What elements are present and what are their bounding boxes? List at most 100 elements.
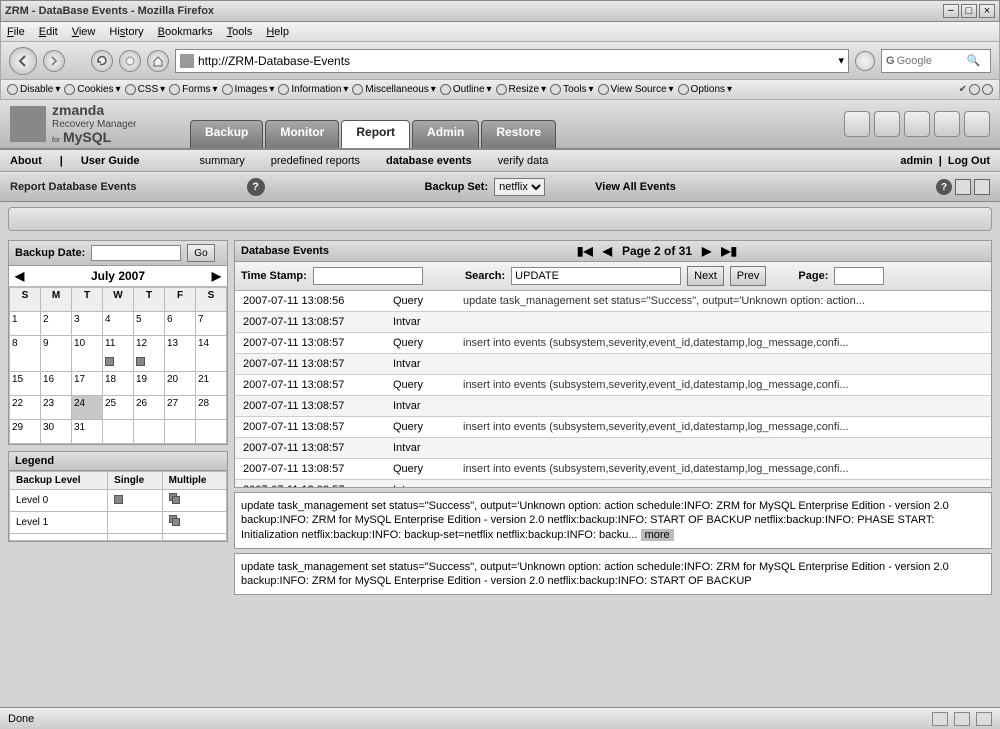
cal-cell[interactable]: 25 xyxy=(103,396,134,420)
header-icon-1[interactable] xyxy=(844,111,870,137)
dev-icon1[interactable] xyxy=(969,84,980,95)
back-button[interactable] xyxy=(9,47,37,75)
event-row[interactable]: 2007-07-11 13:08:56Queryupdate task_mana… xyxy=(235,291,991,312)
search-input[interactable] xyxy=(897,55,967,67)
menu-tools[interactable]: Tools xyxy=(227,26,253,38)
toolbar-icon-1[interactable] xyxy=(955,179,971,195)
cal-cell[interactable]: 7 xyxy=(196,312,227,336)
maximize-button[interactable]: □ xyxy=(961,4,977,18)
dev-disable[interactable]: Disable▾ xyxy=(7,84,60,95)
go-button[interactable] xyxy=(855,51,875,71)
search-box[interactable]: G 🔍 xyxy=(881,49,991,73)
events-table-scroll[interactable]: 2007-07-11 13:08:56Queryupdate task_mana… xyxy=(235,291,991,487)
page-first[interactable]: ▮◀ xyxy=(577,244,593,258)
event-row[interactable]: 2007-07-11 13:08:57Queryinsert into even… xyxy=(235,417,991,438)
header-icon-4[interactable] xyxy=(934,111,960,137)
dev-miscellaneous[interactable]: Miscellaneous▾ xyxy=(352,84,435,95)
events-search-input[interactable] xyxy=(511,267,681,285)
menu-history[interactable]: History xyxy=(109,26,143,38)
cal-cell[interactable]: 14 xyxy=(196,336,227,372)
cal-cell[interactable]: 15 xyxy=(10,372,41,396)
page-prev[interactable]: ◀ xyxy=(603,244,612,258)
cal-cell[interactable]: 11 xyxy=(103,336,134,372)
cal-next[interactable]: ▶ xyxy=(212,269,221,283)
cal-cell[interactable]: 24 xyxy=(72,396,103,420)
cal-cell[interactable]: 26 xyxy=(134,396,165,420)
dev-options[interactable]: Options▾ xyxy=(678,84,733,95)
link-about[interactable]: About xyxy=(10,155,42,167)
cal-cell[interactable]: 21 xyxy=(196,372,227,396)
dev-forms[interactable]: Forms▾ xyxy=(169,84,217,95)
cal-cell[interactable]: 10 xyxy=(72,336,103,372)
event-row[interactable]: 2007-07-11 13:08:57Queryinsert into even… xyxy=(235,375,991,396)
close-button[interactable]: × xyxy=(979,4,995,18)
page-last[interactable]: ▶▮ xyxy=(721,244,737,258)
cal-cell[interactable]: 17 xyxy=(72,372,103,396)
subtab-predefined[interactable]: predefined reports xyxy=(271,155,360,167)
dev-tools[interactable]: Tools▾ xyxy=(550,84,593,95)
dev-resize[interactable]: Resize▾ xyxy=(496,84,547,95)
event-row[interactable]: 2007-07-11 13:08:57Queryinsert into even… xyxy=(235,333,991,354)
cal-cell[interactable]: 22 xyxy=(10,396,41,420)
cal-cell[interactable]: 19 xyxy=(134,372,165,396)
view-all-events[interactable]: View All Events xyxy=(595,181,676,193)
cal-cell[interactable]: 20 xyxy=(165,372,196,396)
tab-monitor[interactable]: Monitor xyxy=(265,120,339,148)
subtab-summary[interactable]: summary xyxy=(200,155,245,167)
event-row[interactable]: 2007-07-11 13:08:57Intvar xyxy=(235,438,991,459)
cal-cell[interactable]: 1 xyxy=(10,312,41,336)
header-icon-5[interactable] xyxy=(964,111,990,137)
event-row[interactable]: 2007-07-11 13:08:57Intvar xyxy=(235,480,991,488)
more-link[interactable]: more xyxy=(641,529,674,541)
status-icon-3[interactable] xyxy=(976,712,992,726)
help-icon[interactable]: ? xyxy=(247,178,265,196)
toolbar-icon-2[interactable] xyxy=(974,179,990,195)
cal-cell[interactable]: 31 xyxy=(72,420,103,444)
home-button[interactable] xyxy=(147,50,169,72)
status-icon-2[interactable] xyxy=(954,712,970,726)
tab-admin[interactable]: Admin xyxy=(412,120,479,148)
url-box[interactable]: ▾ xyxy=(175,49,849,73)
event-row[interactable]: 2007-07-11 13:08:57Intvar xyxy=(235,312,991,333)
menu-help[interactable]: Help xyxy=(266,26,289,38)
cal-cell[interactable]: 2 xyxy=(41,312,72,336)
link-userguide[interactable]: User Guide xyxy=(81,155,140,167)
url-input[interactable] xyxy=(198,54,838,68)
backup-set-select[interactable]: netflix xyxy=(494,178,545,196)
logout-link[interactable]: Log Out xyxy=(948,155,990,167)
reload-button[interactable] xyxy=(91,50,113,72)
event-row[interactable]: 2007-07-11 13:08:57Intvar xyxy=(235,354,991,375)
cal-cell[interactable]: 30 xyxy=(41,420,72,444)
subtab-dbevents[interactable]: database events xyxy=(386,155,472,167)
cal-cell[interactable]: 9 xyxy=(41,336,72,372)
cal-cell[interactable]: 23 xyxy=(41,396,72,420)
cal-prev[interactable]: ◀ xyxy=(15,269,24,283)
cal-cell[interactable]: 28 xyxy=(196,396,227,420)
tab-backup[interactable]: Backup xyxy=(190,120,263,148)
cal-cell[interactable]: 4 xyxy=(103,312,134,336)
dev-information[interactable]: Information▾ xyxy=(278,84,348,95)
header-icon-2[interactable] xyxy=(874,111,900,137)
dev-icon2[interactable] xyxy=(982,84,993,95)
page-input[interactable] xyxy=(834,267,884,285)
subtab-verify[interactable]: verify data xyxy=(498,155,549,167)
dev-images[interactable]: Images▾ xyxy=(222,84,275,95)
menu-edit[interactable]: Edit xyxy=(39,26,58,38)
minimize-button[interactable]: − xyxy=(943,4,959,18)
cal-cell[interactable]: 8 xyxy=(10,336,41,372)
page-next[interactable]: ▶ xyxy=(702,244,711,258)
next-button[interactable]: Next xyxy=(687,266,724,286)
event-row[interactable]: 2007-07-11 13:08:57Intvar xyxy=(235,396,991,417)
tab-restore[interactable]: Restore xyxy=(481,120,556,148)
cal-cell[interactable]: 3 xyxy=(72,312,103,336)
help-icon-2[interactable]: ? xyxy=(936,179,952,195)
menu-view[interactable]: View xyxy=(72,26,96,38)
cal-cell[interactable]: 18 xyxy=(103,372,134,396)
menu-file[interactable]: File xyxy=(7,26,25,38)
dev-outline[interactable]: Outline▾ xyxy=(440,84,492,95)
timestamp-input[interactable] xyxy=(313,267,423,285)
status-icon-1[interactable] xyxy=(932,712,948,726)
tab-report[interactable]: Report xyxy=(341,120,410,148)
backup-date-input[interactable] xyxy=(91,245,181,261)
dev-viewsource[interactable]: View Source▾ xyxy=(598,84,674,95)
